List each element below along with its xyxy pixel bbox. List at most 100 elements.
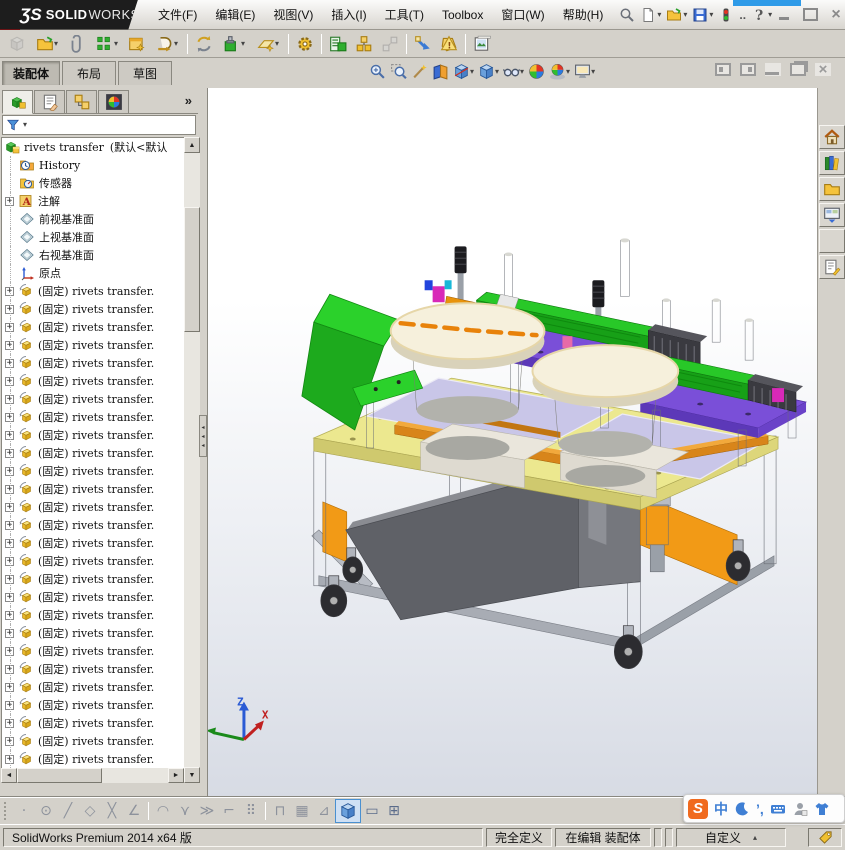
view-orientation-button[interactable]: ▾: [452, 61, 475, 82]
grid-snap-button[interactable]: ▦: [291, 800, 313, 822]
tab-草图[interactable]: 草图: [118, 61, 173, 85]
file-explorer-button[interactable]: [819, 177, 845, 201]
help-button[interactable]: ▾: [749, 5, 774, 25]
solidworks-resources-button[interactable]: [819, 125, 845, 149]
sketch-angle-button[interactable]: ∠: [123, 800, 145, 822]
tree-component-13[interactable]: + (固定) rivets transfer.: [2, 498, 184, 516]
move-component-button[interactable]: ▾: [150, 32, 184, 56]
apply-scene-button[interactable]: ▾: [548, 61, 571, 82]
preview-window-button[interactable]: [469, 32, 495, 56]
status-custom-dropdown[interactable]: 自定义 ▴: [676, 828, 786, 847]
table-view-button[interactable]: ⊞: [383, 800, 405, 822]
dropdown-caret-icon[interactable]: ▾: [470, 67, 474, 76]
new-document-button[interactable]: ▾: [638, 5, 663, 25]
tree-vertical-scrollbar[interactable]: ▲ ▼: [184, 137, 200, 783]
hide-show-items-button[interactable]: ▾: [502, 61, 525, 82]
dropdown-caret-icon[interactable]: ▾: [241, 39, 245, 48]
shaded-with-edges-button[interactable]: [335, 799, 361, 823]
tree-component-2[interactable]: + (固定) rivets transfer.: [2, 300, 184, 318]
edit-appearance-button[interactable]: [527, 61, 546, 82]
menu-编辑[interactable]: 编辑(E): [207, 2, 263, 27]
tree-component-3[interactable]: + (固定) rivets transfer.: [2, 318, 184, 336]
smart-dimension-button[interactable]: ⊓: [269, 800, 291, 822]
doc-pane-right-button[interactable]: [740, 63, 756, 76]
tree-component-22[interactable]: + (固定) rivets transfer.: [2, 660, 184, 678]
dropdown-caret-icon[interactable]: ▾: [275, 39, 279, 48]
tree-component-17[interactable]: + (固定) rivets transfer.: [2, 570, 184, 588]
tree-component-14[interactable]: + (固定) rivets transfer.: [2, 516, 184, 534]
tree-component-12[interactable]: + (固定) rivets transfer.: [2, 480, 184, 498]
toolbar-grip[interactable]: [3, 801, 8, 821]
status-tag-button[interactable]: [808, 828, 842, 847]
tree-component-21[interactable]: + (固定) rivets transfer.: [2, 642, 184, 660]
scroll-thumb-horizontal[interactable]: [17, 768, 102, 783]
dropdown-caret-icon[interactable]: ▾: [591, 67, 595, 76]
sketch-corner-button[interactable]: ⌐: [218, 800, 240, 822]
sketch-line-button[interactable]: ╱: [57, 800, 79, 822]
tree-component-25[interactable]: + (固定) rivets transfer.: [2, 714, 184, 732]
tree-component-27[interactable]: + (固定) rivets transfer.: [2, 750, 184, 768]
tree-component-9[interactable]: + (固定) rivets transfer.: [2, 426, 184, 444]
tree-component-10[interactable]: + (固定) rivets transfer.: [2, 444, 184, 462]
scroll-down-button[interactable]: ▼: [184, 767, 200, 783]
zoom-to-area-button[interactable]: [389, 61, 408, 82]
scroll-left-button[interactable]: ◄: [1, 768, 17, 783]
tree-component-19[interactable]: + (固定) rivets transfer.: [2, 606, 184, 624]
sketch-polygon-button[interactable]: ◇: [79, 800, 101, 822]
appearances-scenes-button[interactable]: [819, 229, 845, 253]
tab-布局[interactable]: 布局: [62, 61, 117, 85]
window-maximize-button[interactable]: [800, 7, 820, 23]
window-close-button[interactable]: ×: [826, 6, 845, 23]
tree-component-20[interactable]: + (固定) rivets transfer.: [2, 624, 184, 642]
view-palette-button[interactable]: [819, 203, 845, 227]
tree-item-原点[interactable]: 原点: [2, 264, 184, 282]
custom-properties-button[interactable]: [819, 255, 845, 279]
linear-component-pattern-button[interactable]: ▾: [90, 32, 124, 56]
dropdown-caret-icon[interactable]: ▾: [768, 10, 772, 19]
tree-component-15[interactable]: + (固定) rivets transfer.: [2, 534, 184, 552]
new-motion-study-button[interactable]: [292, 32, 318, 56]
tree-component-24[interactable]: + (固定) rivets transfer.: [2, 696, 184, 714]
dropdown-caret-icon[interactable]: ▾: [54, 39, 58, 48]
window-minimize-button[interactable]: [774, 7, 794, 23]
sketch-trim-button[interactable]: ╳: [101, 800, 123, 822]
section-view-button[interactable]: [431, 61, 450, 82]
sogou-ime-bar[interactable]: S 中 ’,: [683, 794, 845, 823]
design-library-button[interactable]: [819, 151, 845, 175]
dropdown-caret-icon[interactable]: ▾: [566, 67, 570, 76]
reference-geometry-button[interactable]: ▾: [251, 32, 285, 56]
menu-视图[interactable]: 视图(V): [265, 2, 321, 27]
tree-component-1[interactable]: + (固定) rivets transfer.: [2, 282, 184, 300]
tree-item-传感器[interactable]: 传感器: [2, 174, 184, 192]
dropdown-caret-icon[interactable]: ▾: [114, 39, 118, 48]
show-hidden-components-button[interactable]: [191, 32, 217, 56]
filter-caret-icon[interactable]: ▾: [23, 121, 27, 129]
display-style-button[interactable]: ▾: [477, 61, 500, 82]
scroll-up-button[interactable]: ▲: [184, 137, 200, 153]
dropdown-caret-icon[interactable]: ▾: [520, 67, 524, 76]
sketch-circle-button[interactable]: ⊙: [35, 800, 57, 822]
bill-of-materials-button[interactable]: [325, 32, 351, 56]
half-full-mode-button[interactable]: [734, 801, 750, 817]
save-button[interactable]: ▾: [690, 5, 715, 25]
tree-component-4[interactable]: + (固定) rivets transfer.: [2, 336, 184, 354]
menu-窗口[interactable]: 窗口(W): [493, 2, 552, 27]
menu-Toolbox[interactable]: Toolbox: [434, 4, 491, 26]
featuremanager-tree-tab[interactable]: [2, 90, 33, 114]
configurationmanager-tab[interactable]: [66, 90, 97, 114]
instant-3d-button[interactable]: [410, 32, 436, 56]
previous-view-button[interactable]: [410, 61, 429, 82]
doc-pane-left-button[interactable]: [715, 63, 731, 76]
tree-component-26[interactable]: + (固定) rivets transfer.: [2, 732, 184, 750]
tree-component-16[interactable]: + (固定) rivets transfer.: [2, 552, 184, 570]
propertymanager-tab[interactable]: [34, 90, 65, 114]
punctuation-mode-button[interactable]: ’,: [756, 801, 764, 817]
sketch-offset-button[interactable]: ≫: [196, 800, 218, 822]
dropdown-caret-icon[interactable]: ▾: [683, 10, 687, 19]
mate-button[interactable]: [64, 32, 90, 56]
displaymanager-tab[interactable]: [98, 90, 129, 114]
tree-component-6[interactable]: + (固定) rivets transfer.: [2, 372, 184, 390]
skin-center-button[interactable]: [814, 801, 830, 817]
sketch-point-button[interactable]: ·: [13, 800, 35, 822]
sketch-arc-button[interactable]: ◠: [152, 800, 174, 822]
